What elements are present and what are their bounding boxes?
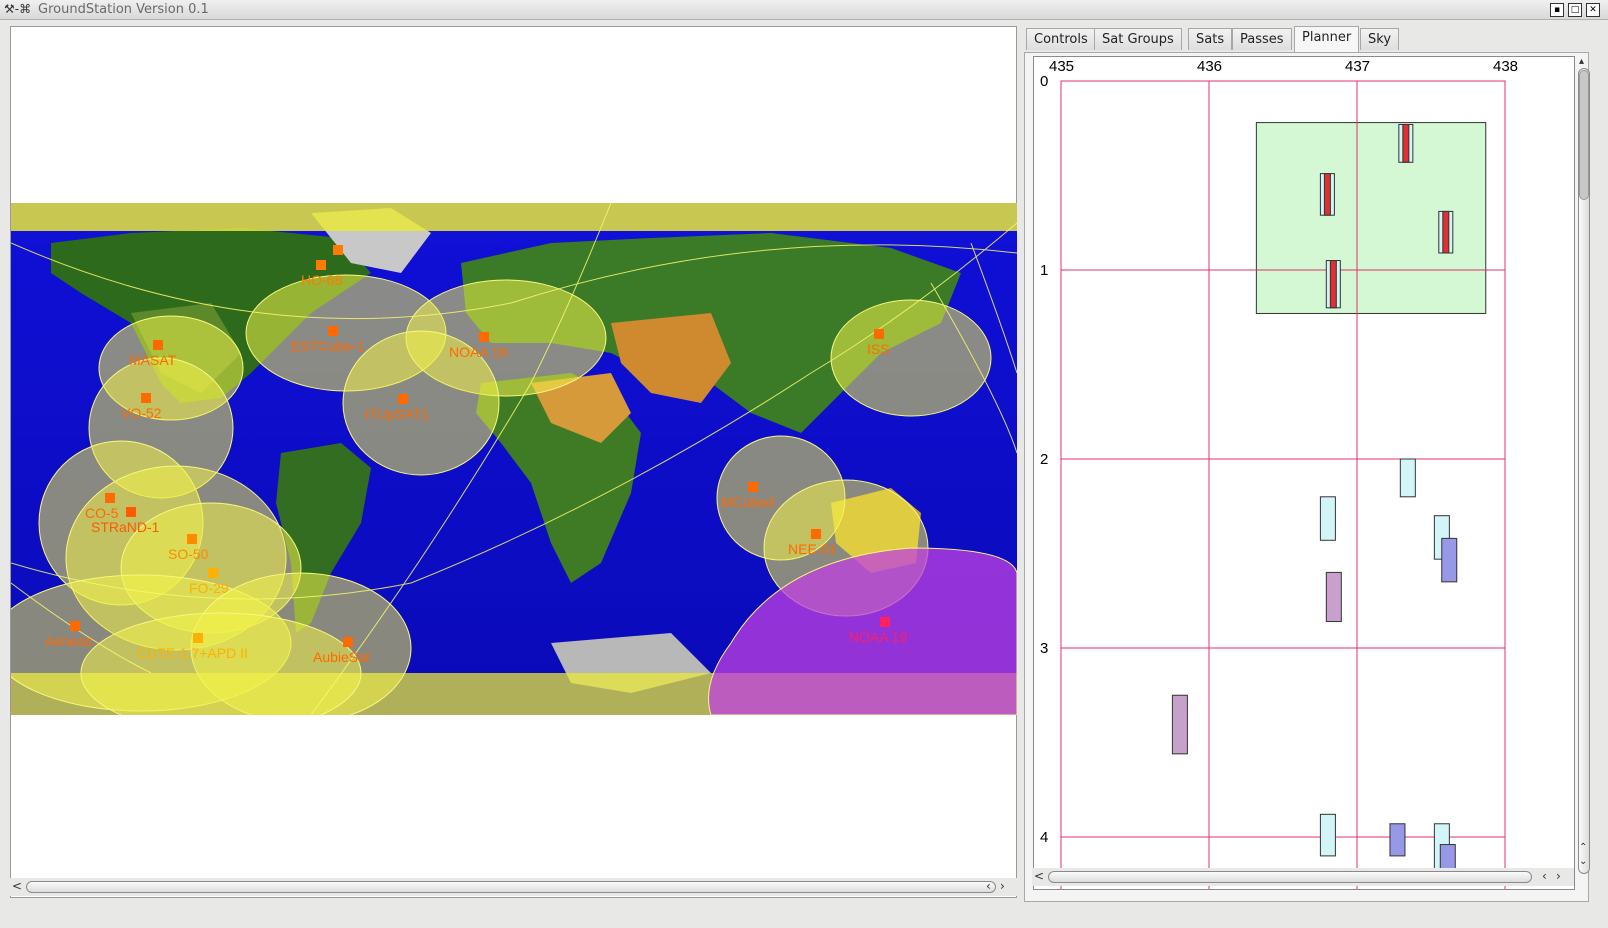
y-tick-label: 0 [1040, 73, 1048, 90]
tab-controls[interactable]: Controls [1026, 28, 1096, 50]
window-title: GroundStation Version 0.1 [38, 2, 209, 17]
tab-sats[interactable]: Sats [1188, 28, 1233, 50]
scroll-right-icon[interactable]: › [1000, 879, 1005, 893]
x-tick-label: 436 [1197, 58, 1222, 75]
satellite-marker[interactable] [333, 245, 343, 255]
scrollbar-thumb[interactable] [26, 881, 996, 893]
planner-horizontal-scrollbar[interactable]: < ‹ › [1032, 868, 1574, 886]
satellite-label: VO-52 [121, 405, 162, 421]
planner-chart[interactable]: 435 436 437 438 0 1 2 3 4 [1033, 56, 1575, 890]
satellite-label: HO-68 [301, 272, 342, 288]
satellite-marker[interactable] [187, 534, 197, 544]
map-horizontal-scrollbar[interactable]: < ‹ › [10, 878, 1017, 896]
pass-block-active [1442, 210, 1450, 254]
pass-block[interactable] [1171, 694, 1188, 755]
satellite-marker[interactable] [141, 393, 151, 403]
pass-block[interactable] [1325, 571, 1342, 623]
satellite-marker[interactable] [880, 617, 890, 627]
pass-block[interactable] [1399, 458, 1416, 498]
satellite-label: NOAA 19 [849, 629, 908, 645]
pass-block[interactable] [1319, 813, 1336, 857]
planner-panel: 435 436 437 438 0 1 2 3 4 ▴ ⌃ ⌄ [1024, 52, 1591, 902]
planner-scroll-left-icon[interactable]: < [1034, 869, 1044, 883]
minimize-icon[interactable]: ▪ [1550, 3, 1564, 17]
scroll-up-small-icon[interactable]: ⌃ [1579, 842, 1587, 853]
x-tick-label: 435 [1049, 58, 1074, 75]
satellite-label: ITUpSAT1 [365, 406, 430, 422]
map-view[interactable]: HO-68 ESTCube-1 MASAT NOAA 18 ISS VO-52 ITUpSA… [10, 26, 1017, 898]
satellite-label: ESTCube-1 [291, 338, 364, 354]
x-tick-label: 438 [1493, 58, 1518, 75]
close-icon[interactable]: ✕ [1586, 3, 1600, 17]
scroll-up-icon[interactable]: ▴ [1579, 56, 1584, 67]
y-tick-label: 2 [1040, 451, 1048, 468]
title-bar: ⚒-⌘ GroundStation Version 0.1 ▪ □ ✕ [0, 0, 1608, 20]
satellite-marker[interactable] [153, 340, 163, 350]
pass-block[interactable] [1389, 823, 1406, 857]
planner-scroll-left-small-icon[interactable]: ‹ [1542, 869, 1547, 883]
planner-svg: 435 436 437 438 0 1 2 3 4 [1040, 58, 1518, 889]
tab-sky[interactable]: Sky [1360, 28, 1400, 50]
satellite-label: MCubed [721, 494, 774, 510]
satellite-label: Aeneas [45, 633, 92, 649]
pass-block[interactable] [1441, 537, 1458, 583]
y-tick-label: 1 [1040, 262, 1048, 279]
maximize-icon[interactable]: □ [1568, 3, 1582, 17]
planner-scroll-right-icon[interactable]: › [1556, 869, 1561, 883]
satellite-marker[interactable] [479, 332, 489, 342]
satellite-label: SO-50 [168, 546, 209, 562]
satellite-label: ISS [867, 341, 890, 357]
pass-block-active [1329, 260, 1337, 309]
scroll-down-icon[interactable]: ⌄ [1579, 856, 1587, 867]
satellite-marker[interactable] [328, 326, 338, 336]
world-map[interactable]: HO-68 ESTCube-1 MASAT NOAA 18 ISS VO-52 ITUpSA… [11, 203, 1017, 715]
satellite-label: NEE-01 [788, 541, 837, 557]
satellite-label: FO-29 [189, 580, 229, 596]
satellite-marker[interactable] [126, 507, 136, 517]
pass-block[interactable] [1319, 496, 1336, 541]
satellite-label: STRaND-1 [91, 519, 160, 535]
satellite-label: CUTE-1.7+APD II [137, 645, 248, 661]
pass-block-active [1402, 123, 1410, 163]
tab-planner[interactable]: Planner [1294, 26, 1360, 52]
planner-scrollbar-thumb[interactable] [1048, 871, 1532, 883]
planner-vertical-scrollbar[interactable]: ▴ ⌃ ⌄ [1577, 56, 1591, 890]
satellite-layer: HO-68 ESTCube-1 MASAT NOAA 18 ISS VO-52 ITUpSA… [45, 245, 908, 665]
x-tick-label: 437 [1345, 58, 1370, 75]
satellite-label: NOAA 18 [449, 344, 508, 360]
satellite-marker[interactable] [208, 568, 218, 578]
satellite-marker[interactable] [748, 482, 758, 492]
satellite-label: MASAT [129, 352, 177, 368]
window-menu-icon[interactable]: ⚒-⌘ [4, 2, 31, 16]
tab-passes[interactable]: Passes [1232, 28, 1292, 50]
satellite-marker[interactable] [343, 637, 353, 647]
pass-block-active [1323, 173, 1331, 216]
satellite-marker[interactable] [874, 329, 884, 339]
satellite-marker[interactable] [316, 260, 326, 270]
satellite-marker[interactable] [398, 394, 408, 404]
scroll-left-icon[interactable]: < [12, 879, 22, 893]
tab-sat-groups[interactable]: Sat Groups [1094, 28, 1182, 50]
y-tick-label: 3 [1040, 640, 1048, 657]
satellite-marker[interactable] [193, 633, 203, 643]
vscroll-thumb[interactable] [1579, 70, 1589, 200]
scroll-left-small-icon[interactable]: ‹ [986, 879, 991, 893]
satellite-marker[interactable] [105, 493, 115, 503]
satellite-label: AubieSat [313, 649, 370, 665]
satellite-marker[interactable] [811, 529, 821, 539]
y-tick-label: 4 [1040, 829, 1048, 846]
satellite-marker[interactable] [70, 621, 80, 631]
